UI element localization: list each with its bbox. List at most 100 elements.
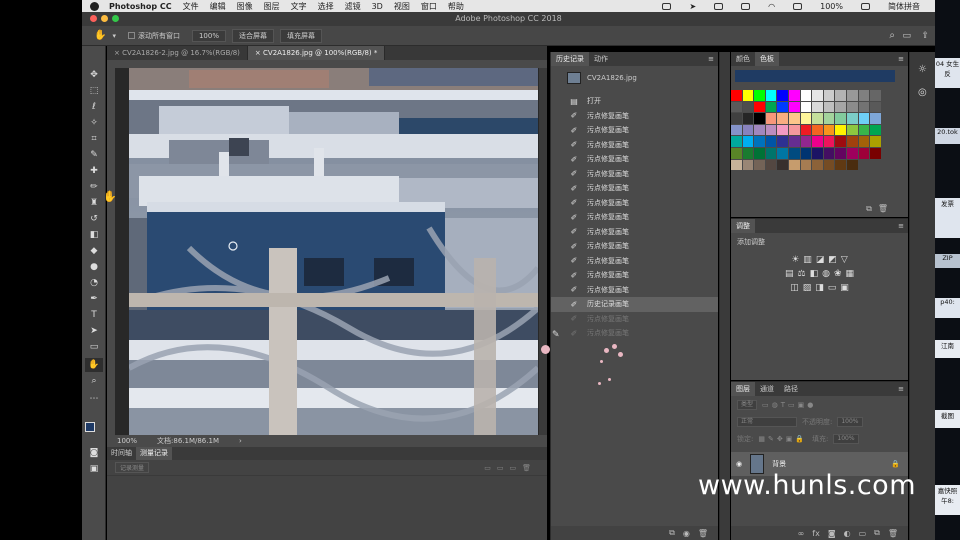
zoom-tool-icon[interactable]: ⌕ (85, 374, 103, 388)
color-swatch[interactable] (870, 136, 881, 147)
learn-icon[interactable]: ☼ (918, 64, 935, 75)
desktop-file-4[interactable]: ZIP (935, 254, 960, 268)
vibrance-icon[interactable]: ▽ (841, 255, 848, 265)
dodge-tool-icon[interactable]: ◔ (85, 276, 103, 290)
mask-icon[interactable]: ◙ (828, 529, 836, 538)
more-tools-icon[interactable]: ⋯ (85, 392, 103, 406)
history-item[interactable]: ✐ 污点修复画笔 (551, 283, 718, 298)
lasso-tool-icon[interactable]: ℓ (85, 100, 103, 114)
color-swatch[interactable] (846, 136, 858, 147)
desktop-file-7[interactable]: 截图 (935, 410, 960, 428)
doc-tab-1[interactable]: × CV2A1826-2.jpg @ 16.7%(RGB/8) (107, 46, 248, 60)
menu-edit[interactable]: 编辑 (210, 1, 226, 12)
tab-channels[interactable]: 通道 (755, 382, 779, 396)
color-swatch[interactable] (765, 159, 777, 171)
color-swatch[interactable] (731, 90, 742, 101)
history-item[interactable]: ✐ 历史记录画笔 (551, 297, 718, 312)
pen-tool-icon[interactable]: ✒ (85, 292, 103, 306)
color-swatch[interactable] (823, 159, 835, 171)
color-swatch[interactable] (742, 159, 754, 171)
color-swatch[interactable] (788, 113, 800, 124)
black-white-icon[interactable]: ◧ (810, 269, 819, 279)
brightness-icon[interactable]: ☀ (791, 255, 799, 265)
color-swatch[interactable] (823, 90, 835, 101)
desktop-file-8[interactable]: 嘉快照 午8: (935, 485, 960, 515)
hand-tool-icon[interactable]: ✋ (94, 30, 106, 41)
color-swatch[interactable] (742, 113, 754, 124)
color-swatch[interactable] (823, 147, 835, 159)
color-swatch[interactable] (788, 101, 800, 113)
delete-icon[interactable]: 🗑 (698, 529, 708, 538)
lock-icon[interactable]: 🔒 (891, 460, 900, 468)
apple-icon[interactable] (90, 1, 99, 11)
input-method[interactable]: 简体拼音 (888, 1, 920, 12)
color-swatch[interactable] (800, 159, 812, 171)
color-swatch[interactable] (835, 90, 846, 101)
color-swatch[interactable] (812, 90, 823, 101)
color-swatch[interactable] (765, 90, 777, 101)
camera-icon[interactable]: ◉ (683, 529, 690, 538)
color-swatch[interactable] (835, 136, 846, 147)
color-swatch[interactable] (870, 101, 881, 113)
new-layer-icon[interactable]: ⧉ (874, 528, 880, 538)
tool-preset-arrow-icon[interactable]: ▾ (112, 32, 116, 40)
lock-icons[interactable]: ▦✎✥▣🔒 (758, 435, 807, 443)
color-swatch[interactable] (823, 136, 835, 147)
panel-menu-icon[interactable]: ≡ (703, 52, 718, 66)
minimize-icon[interactable] (101, 15, 108, 22)
photo-filter-icon[interactable]: ◍ (822, 269, 830, 279)
color-swatch[interactable] (823, 124, 835, 136)
history-item[interactable]: ✐ 污点修复画笔 (551, 181, 718, 196)
history-item[interactable]: ✐ 污点修复画笔 (551, 312, 718, 327)
quick-mask-icon[interactable]: ◙ (85, 446, 103, 460)
color-swatch[interactable] (754, 147, 765, 159)
color-swatch[interactable] (754, 136, 765, 147)
type-tool-icon[interactable]: T (85, 308, 103, 322)
history-item[interactable]: ✐ 污点修复画笔 (551, 225, 718, 240)
zoom-100-button[interactable]: 100% (191, 29, 226, 42)
color-swatch[interactable] (835, 101, 846, 113)
color-swatch[interactable] (846, 147, 858, 159)
desktop-file-5[interactable]: p40: (935, 298, 960, 318)
color-swatch[interactable] (731, 124, 742, 136)
menu-filter[interactable]: 滤镜 (345, 1, 361, 12)
move-tool-icon[interactable]: ✥ (85, 68, 103, 82)
panel-menu-icon[interactable]: ≡ (893, 52, 908, 66)
eraser-tool-icon[interactable]: ◧ (85, 228, 103, 242)
invert-icon[interactable]: ◫ (790, 283, 799, 293)
hue-sat-icon[interactable]: ▤ (785, 269, 794, 279)
color-swatch[interactable] (742, 147, 754, 159)
color-swatch[interactable] (835, 124, 846, 136)
color-swatch[interactable] (731, 136, 742, 147)
color-swatch[interactable] (812, 101, 823, 113)
color-swatch[interactable] (788, 124, 800, 136)
desktop-file-1[interactable]: 04 女生反 (935, 58, 960, 88)
color-swatch[interactable] (800, 147, 812, 159)
history-item[interactable]: ✐ 污点修复画笔 (551, 109, 718, 124)
group-icon[interactable]: ▭ (859, 529, 867, 538)
color-swatch[interactable] (835, 159, 846, 171)
color-swatch[interactable] (754, 101, 765, 113)
color-swatch[interactable] (858, 124, 870, 136)
tab-actions[interactable]: 动作 (589, 52, 613, 66)
channel-mixer-icon[interactable]: ❀ (834, 269, 842, 279)
curves-icon[interactable]: ◪ (816, 255, 825, 265)
color-swatch[interactable] (788, 90, 800, 101)
color-swatch[interactable] (754, 113, 765, 124)
color-swatch[interactable] (777, 124, 788, 136)
recent-color-strip[interactable] (735, 70, 895, 82)
color-swatch[interactable] (742, 90, 754, 101)
fit-screen-button[interactable]: 适合屏幕 (231, 28, 274, 43)
menu-layer[interactable]: 图层 (264, 1, 280, 12)
measurement-export-icon[interactable]: ▭▭▭🗑 (484, 464, 537, 472)
color-swatch[interactable] (765, 113, 777, 124)
status-zoom[interactable]: 100% (117, 437, 137, 445)
color-swatch[interactable] (731, 113, 742, 124)
blur-tool-icon[interactable]: ● (85, 260, 103, 274)
color-swatch[interactable] (754, 159, 765, 171)
history-brush-source-icon[interactable]: ✎ (552, 330, 560, 340)
link-icon[interactable]: ∞ (798, 529, 805, 538)
close-icon[interactable] (90, 15, 97, 22)
color-swatch[interactable] (858, 90, 870, 101)
selective-color-icon[interactable]: ▣ (840, 283, 849, 293)
